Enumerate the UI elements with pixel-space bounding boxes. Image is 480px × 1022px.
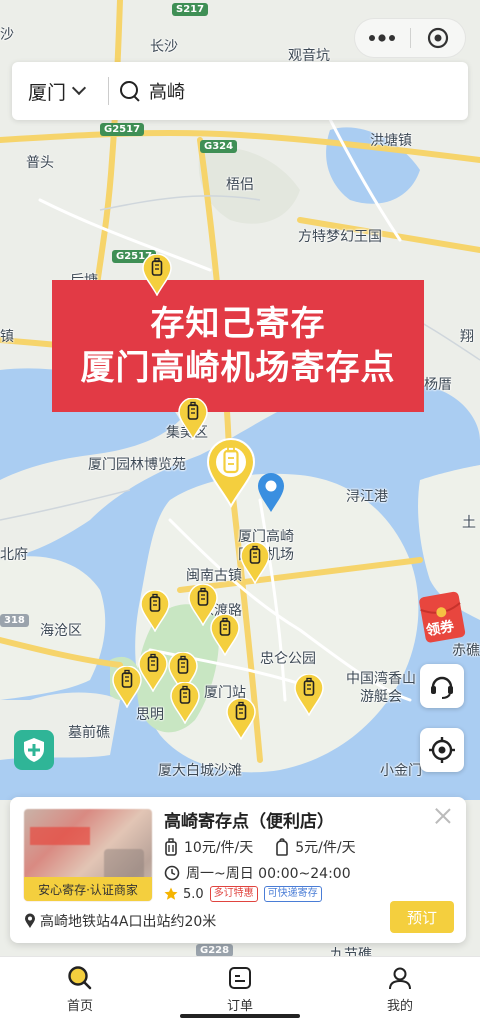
map-label: 沙 [0,27,14,43]
city-label: 厦门 [28,81,67,104]
storage-pin[interactable] [178,398,208,440]
tab-orders[interactable]: 订单 [160,957,320,1022]
map-label: 梧侣 [226,177,254,193]
storage-pin[interactable] [240,542,270,584]
chevron-down-icon [71,80,87,96]
store-name: 高崎寄存点（便利店） [164,812,334,832]
map-label: 土 [462,515,476,531]
bottom-tab-bar: 首页 订单 我的 [0,956,480,1022]
safety-shield-button[interactable] [14,730,54,770]
city-selector[interactable]: 厦门 [12,78,108,105]
order-icon [229,967,251,989]
discount-badge: 多订特惠 [209,886,258,902]
shield-plus-icon [24,738,44,762]
home-search-icon [68,966,92,990]
rating-row: 5.0 多订特惠 可快递寄存 [164,886,322,902]
certified-tag: 安心寄存·认证商家 [24,877,152,901]
rating-value: 5.0 [183,886,204,902]
map-label: 忠仑公园 [260,651,316,667]
storage-pin[interactable] [140,590,170,632]
search-icon [119,80,141,102]
price-small-bag: 5元/件/天 [295,840,356,856]
highway-shield: G2517 [100,123,145,136]
address-row: 高崎地铁站4A口出站约20米 [24,911,216,931]
tab-label: 首页 [66,999,93,1014]
large-luggage-icon [164,838,178,856]
hours-row: 周一~周日 00:00~24:00 [164,863,351,883]
storage-pin[interactable] [294,674,324,716]
map-label: 游艇会 [360,689,402,705]
airport-marker-icon [256,472,286,514]
location-pin-icon [24,913,36,929]
mini-program-capsule [354,18,466,58]
coupon-button[interactable]: 领券 [418,588,468,644]
opening-hours: 周一~周日 00:00~24:00 [186,866,351,882]
map-label: 厦门园林博览苑 [88,457,186,473]
highway-shield: G324 [200,140,238,153]
express-badge: 可快递寄存 [263,886,322,902]
map-label: 洪塘镇 [370,133,412,149]
store-card[interactable]: 安心寄存·认证商家 高崎寄存点（便利店） 10元/件/天 5元/件/天 周一~周… [10,797,466,943]
map-label: 镇 [0,329,14,345]
map-label: 长沙 [150,39,178,55]
storage-pin[interactable] [138,650,168,692]
storage-pin[interactable] [170,682,200,724]
highway-shield: 318 [0,614,29,627]
promo-banner: 存知己寄存 厦门高崎机场寄存点 [52,280,424,412]
search-bar: 厦门 高崎 [12,62,468,120]
crosshair-icon [429,737,455,763]
more-dots-icon[interactable] [355,19,410,57]
profile-icon [389,967,411,990]
storage-pin[interactable] [210,614,240,656]
map-label: 浔江港 [346,489,388,505]
close-icon[interactable] [434,807,452,825]
clock-icon [164,865,180,881]
map-label: 小金门 [380,763,422,779]
headset-icon [431,676,453,699]
map-label: 北府 [0,547,28,563]
map-label: 杨厝 [424,377,452,393]
tab-home[interactable]: 首页 [0,957,160,1022]
banner-line-2: 厦门高崎机场寄存点 [80,348,396,388]
price-large-luggage: 10元/件/天 [184,840,254,856]
map-label: 墓前礁 [68,725,110,741]
highway-shield: S217 [172,3,209,16]
tab-label: 订单 [226,999,253,1014]
search-input[interactable]: 高崎 [149,78,185,104]
book-button[interactable]: 预订 [390,901,454,933]
banner-line-1: 存知己寄存 [150,304,326,344]
store-address: 高崎地铁站4A口出站约20米 [40,914,217,930]
map-label: 翔 [460,329,474,345]
map-label: 方特梦幻王国 [298,229,382,245]
small-bag-icon [275,838,289,856]
target-circle-icon[interactable] [411,19,466,57]
price-row: 10元/件/天 5元/件/天 [164,837,356,857]
star-icon [164,887,178,901]
selected-storage-pin[interactable] [206,438,256,508]
map-label: 海沧区 [40,623,82,639]
map-label: 闽南古镇 [186,568,242,584]
customer-service-button[interactable] [420,664,464,708]
storage-pin[interactable] [142,254,172,296]
locate-me-button[interactable] [420,728,464,772]
map-label: 厦大白城沙滩 [158,763,242,779]
storage-pin[interactable] [226,698,256,740]
map-label: 普头 [26,155,54,171]
tab-label: 我的 [386,999,413,1014]
tab-profile[interactable]: 我的 [320,957,480,1022]
map-label: 中国湾香山 [346,671,416,687]
home-indicator [180,1014,300,1018]
